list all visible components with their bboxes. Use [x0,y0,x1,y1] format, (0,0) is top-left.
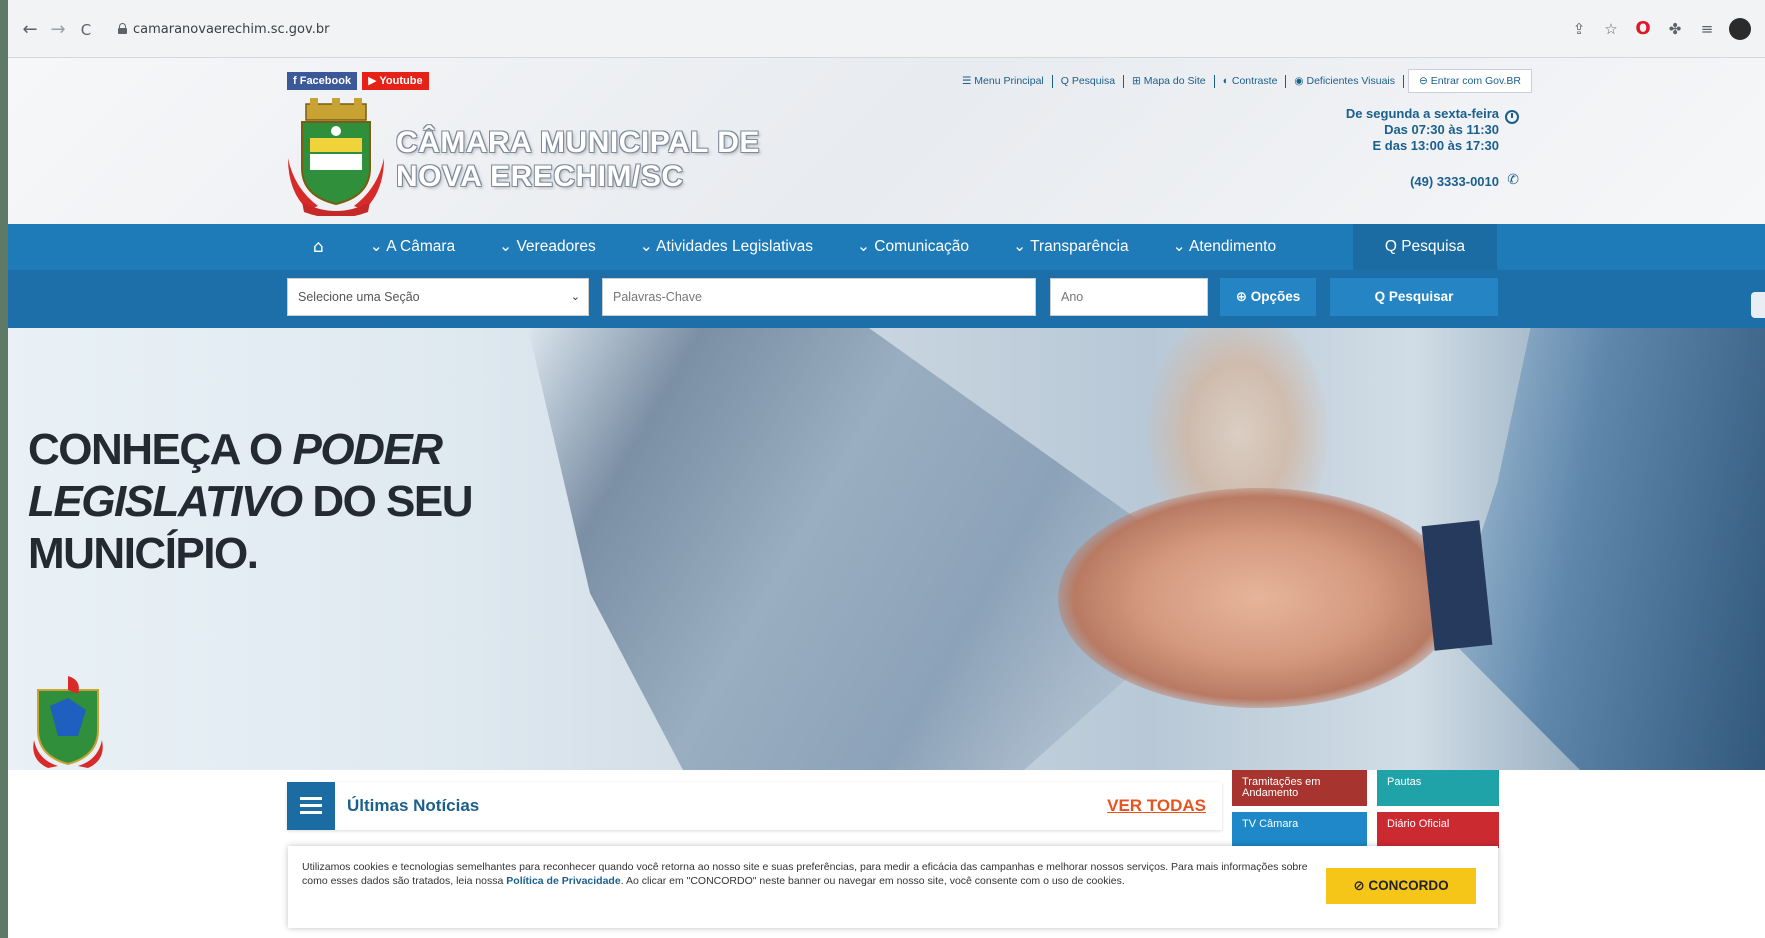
site-title[interactable]: CÂMARA MUNICIPAL DE NOVA ERECHIM/SC [396,126,760,194]
tramitacoes-tile[interactable]: Tramitações em Andamento [1232,770,1367,806]
options-button[interactable]: ⊕ Opções [1220,278,1316,316]
hero-line-1-normal: CONHEÇA O [28,425,293,474]
search-button[interactable]: Q Pesquisar [1330,278,1498,316]
hours-line-3: E das 13:00 às 17:30 [1372,138,1499,153]
cookie-banner: Utilizamos cookies e tecnologias semelha… [288,846,1498,928]
section-select-value: Selecione uma Seção [298,290,420,304]
phone-number[interactable]: (49) 3333-0010 [1410,174,1499,189]
hero-line-3: MUNICÍPIO. [28,529,259,578]
contraste-link[interactable]: ◐ Contraste [1215,74,1287,88]
nav-item-atendimento[interactable]: ⌄ Atendimento [1151,224,1298,270]
latest-news-title: Últimas Notícias [347,796,480,815]
deficientes-visuais-link[interactable]: ◉ Deficientes Visuais [1286,74,1405,88]
profile-avatar[interactable] [1729,18,1751,40]
content-area: Últimas Notícias VER TODAS Tramitações e… [8,770,1765,938]
reading-list-icon[interactable]: ≡ [1697,19,1717,39]
nav-item-vereadores[interactable]: ⌄ Vereadores [477,224,618,270]
search-bar: Selecione uma Seção ⌄ Palavras-Chave Ano… [8,270,1765,328]
diario-oficial-tile[interactable]: Diário Oficial [1377,812,1499,848]
lock-icon [118,23,127,34]
hero-line-2-normal: DO SEU [301,477,473,526]
accessibility-side-tab[interactable] [1751,292,1765,318]
hours-line-1: De segunda a sexta-feira [1345,106,1499,121]
nav-item-atividades-legislativas[interactable]: ⌄ Atividades Legislativas [618,224,835,270]
see-all-link[interactable]: VER TODAS [1107,796,1206,816]
browser-extensions: ⇪ ☆ O ✤ ≡ [1569,18,1751,40]
extensions-puzzle-icon[interactable]: ✤ [1665,19,1685,39]
browser-toolbar: ← → C camaranovaerechim.sc.gov.br ⇪ ☆ O … [8,0,1765,58]
page-side-background [0,0,8,938]
accessibility-links: ☰ Menu Principal Q Pesquisa ⊞ Mapa do Si… [954,68,1532,94]
nav-item-comunicacao[interactable]: ⌄ Comunicação [835,224,991,270]
legislative-power-logo [33,676,103,768]
nav-item-transparencia[interactable]: ⌄ Transparência [991,224,1151,270]
share-icon[interactable]: ⇪ [1569,19,1589,39]
home-icon[interactable]: ⌂ [287,224,348,270]
back-arrow-icon[interactable]: ← [20,20,40,40]
privacy-policy-link[interactable]: Política de Privacidade [506,875,620,887]
nav-item-pesquisa[interactable]: Q Pesquisa [1352,224,1497,270]
menu-principal-link[interactable]: ☰ Menu Principal [954,74,1053,88]
cookie-message: Utilizamos cookies e tecnologias semelha… [302,860,1312,888]
cookie-text-after: . Ao clicar em "CONCORDO" neste banner o… [620,875,1125,887]
office-hours: De segunda a sexta-feira Das 07:30 às 11… [1346,106,1499,154]
coat-of-arms-logo[interactable] [288,98,384,216]
hero-suit-sleeve-right [1448,328,1765,770]
site-title-line-2: NOVA ERECHIM/SC [396,160,684,193]
address-bar[interactable]: camaranovaerechim.sc.gov.br [133,22,329,37]
section-select[interactable]: Selecione uma Seção ⌄ [287,278,589,316]
hero-handshake [1058,488,1458,708]
facebook-link[interactable]: f Facebook [287,72,358,90]
hero-line-1-emphasis: PODER [292,425,443,474]
forward-arrow-icon[interactable]: → [48,20,68,40]
hours-line-2: Das 07:30 às 11:30 [1384,122,1499,137]
reload-icon[interactable]: C [76,20,96,40]
hero-suit-sleeve-left [528,328,1148,770]
chevron-down-icon: ⌄ [570,290,580,303]
clock-icon [1505,110,1519,124]
keywords-input[interactable]: Palavras-Chave [602,278,1036,316]
web-page: f Facebook ▶ Youtube ☰ Menu Principal Q … [8,58,1765,938]
latest-news-header: Últimas Notícias VER TODAS [287,782,1222,830]
hero-banner[interactable]: CONHEÇA O PODER LEGISLATIVO DO SEU MUNIC… [8,328,1765,770]
tv-camara-tile[interactable]: TV Câmara [1232,812,1367,848]
bookmark-star-icon[interactable]: ☆ [1601,19,1621,39]
year-input[interactable]: Ano [1050,278,1208,316]
youtube-link[interactable]: ▶ Youtube [362,72,429,90]
pautas-tile[interactable]: Pautas [1377,770,1499,806]
pesquisa-link[interactable]: Q Pesquisa [1053,74,1125,88]
accept-cookies-button[interactable]: ⊘ CONCORDO [1326,868,1476,904]
mapa-do-site-link[interactable]: ⊞ Mapa do Site [1124,74,1215,88]
gov-br-login-button[interactable]: ⊖ Entrar com Gov.BR [1408,69,1532,93]
phone-icon: ✆ [1507,172,1519,188]
list-icon [287,782,335,830]
site-header: f Facebook ▶ Youtube ☰ Menu Principal Q … [8,58,1765,236]
site-title-line-1: CÂMARA MUNICIPAL DE [396,126,760,159]
main-navigation: ⌂ ⌄ A Câmara ⌄ Vereadores ⌄ Atividades L… [8,224,1765,270]
hero-headline: CONHEÇA O PODER LEGISLATIVO DO SEU MUNIC… [28,424,474,580]
nav-item-a-camara[interactable]: ⌄ A Câmara [348,224,477,270]
hero-line-2-emphasis: LEGISLATIVO [28,477,303,526]
opera-icon[interactable]: O [1633,19,1653,39]
social-links: f Facebook ▶ Youtube [287,72,429,90]
